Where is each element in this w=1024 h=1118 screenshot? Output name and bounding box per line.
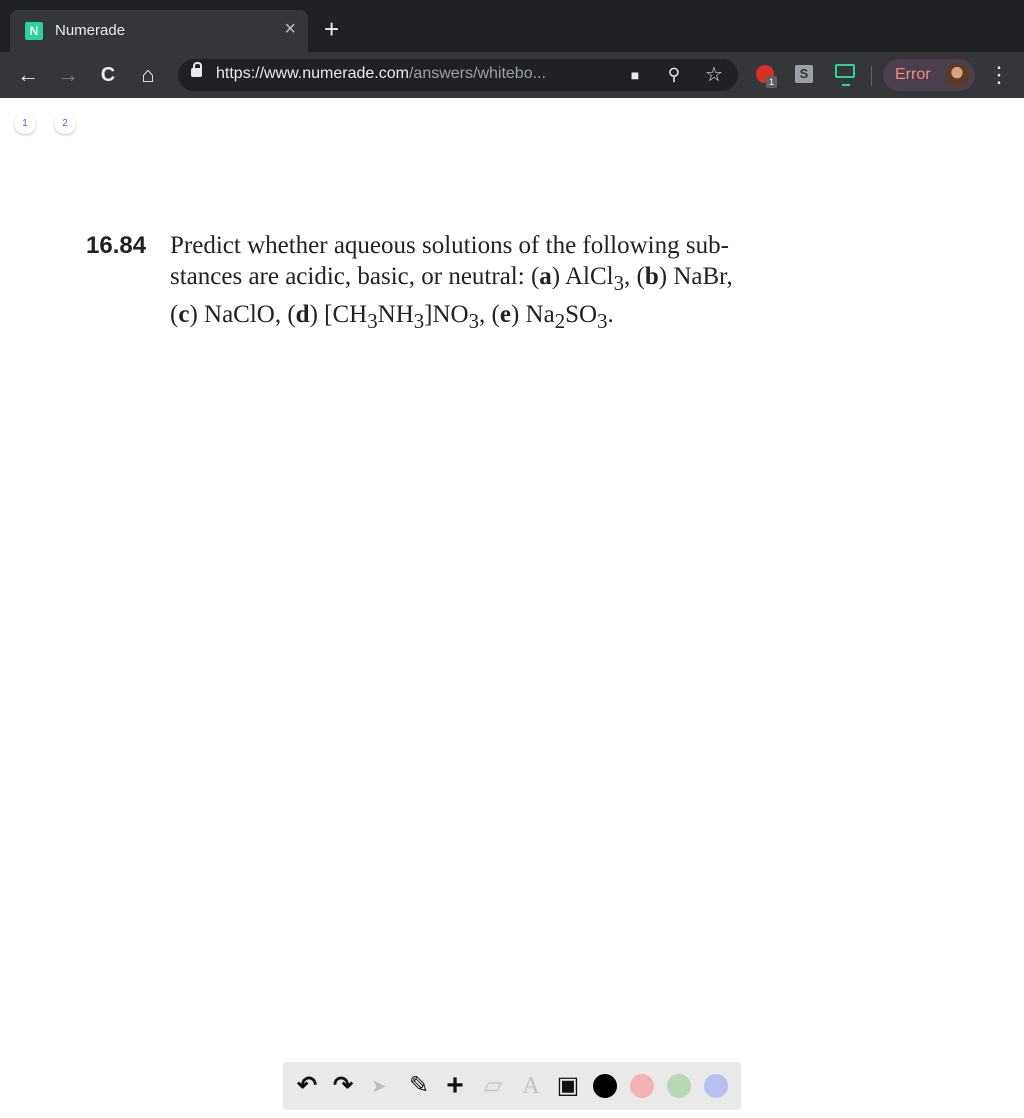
extension-badge: 1 xyxy=(766,76,778,88)
problem-text: Predict whether aqueous solutions of the… xyxy=(170,230,860,337)
new-tab-button[interactable]: + xyxy=(324,16,339,42)
lock-icon xyxy=(191,62,202,77)
camera-icon[interactable]: ■ xyxy=(624,59,646,91)
browser-tab-strip: N Numerade × + xyxy=(0,0,1024,52)
undo-icon[interactable]: ↶ xyxy=(293,1062,321,1110)
browser-tab[interactable]: N Numerade × xyxy=(10,10,308,52)
monitor-extension-icon[interactable] xyxy=(835,64,855,86)
reload-icon[interactable]: C xyxy=(94,52,122,98)
pointer-icon[interactable]: ➤ xyxy=(367,1062,391,1110)
extension-s-icon[interactable]: S xyxy=(795,65,813,83)
color-green-swatch[interactable] xyxy=(667,1074,691,1098)
add-shape-icon[interactable]: + xyxy=(441,1062,469,1110)
bookmark-star-icon[interactable]: ☆ xyxy=(702,59,726,91)
color-blue-swatch[interactable] xyxy=(704,1074,728,1098)
problem-line-1: Predict whether aqueous solutions of the… xyxy=(170,232,729,259)
pen-icon[interactable]: ✎ xyxy=(405,1062,433,1110)
page-tab-2[interactable]: 2 xyxy=(54,114,76,134)
numerade-favicon-icon: N xyxy=(25,22,43,40)
problem-number: 16.84 xyxy=(86,232,147,259)
color-black-swatch[interactable] xyxy=(593,1074,617,1098)
text-tool-icon[interactable]: A xyxy=(517,1062,545,1110)
avatar xyxy=(945,63,969,87)
close-tab-icon[interactable]: × xyxy=(284,19,296,39)
image-icon[interactable]: ▣ xyxy=(553,1062,583,1110)
color-red-swatch[interactable] xyxy=(630,1074,654,1098)
tab-title: Numerade xyxy=(55,22,126,39)
address-bar[interactable]: https://www.numerade.com/answers/whitebo… xyxy=(178,59,738,91)
browser-menu-icon[interactable]: ⋮ xyxy=(988,52,1010,98)
url-text: https://www.numerade.com/answers/whitebo… xyxy=(216,65,546,82)
zoom-icon[interactable]: ⚲ xyxy=(662,59,686,91)
browser-toolbar: ← → C ⌂ https://www.numerade.com/answers… xyxy=(0,52,1024,98)
problem-line-3: (c) NaClO, (d) [CH3NH3]NO3, (e) Na2SO3. xyxy=(170,301,614,333)
whiteboard-toolbar: ↶ ↷ ➤ ✎ + ▱ A ▣ xyxy=(283,1062,741,1110)
back-arrow-icon[interactable]: ← xyxy=(14,52,42,98)
home-icon[interactable]: ⌂ xyxy=(134,52,162,98)
page-tab-1[interactable]: 1 xyxy=(14,114,36,134)
forward-arrow-icon[interactable]: → xyxy=(54,52,82,98)
profile-error-label: Error xyxy=(895,66,931,83)
toolbar-separator xyxy=(871,66,872,86)
problem-line-2: stances are acidic, basic, or neutral: (… xyxy=(170,263,733,295)
profile-button[interactable]: Error xyxy=(883,59,975,91)
redo-icon[interactable]: ↷ xyxy=(329,1062,357,1110)
eraser-icon[interactable]: ▱ xyxy=(479,1062,507,1110)
extension-red-icon[interactable]: 1 xyxy=(756,65,778,88)
